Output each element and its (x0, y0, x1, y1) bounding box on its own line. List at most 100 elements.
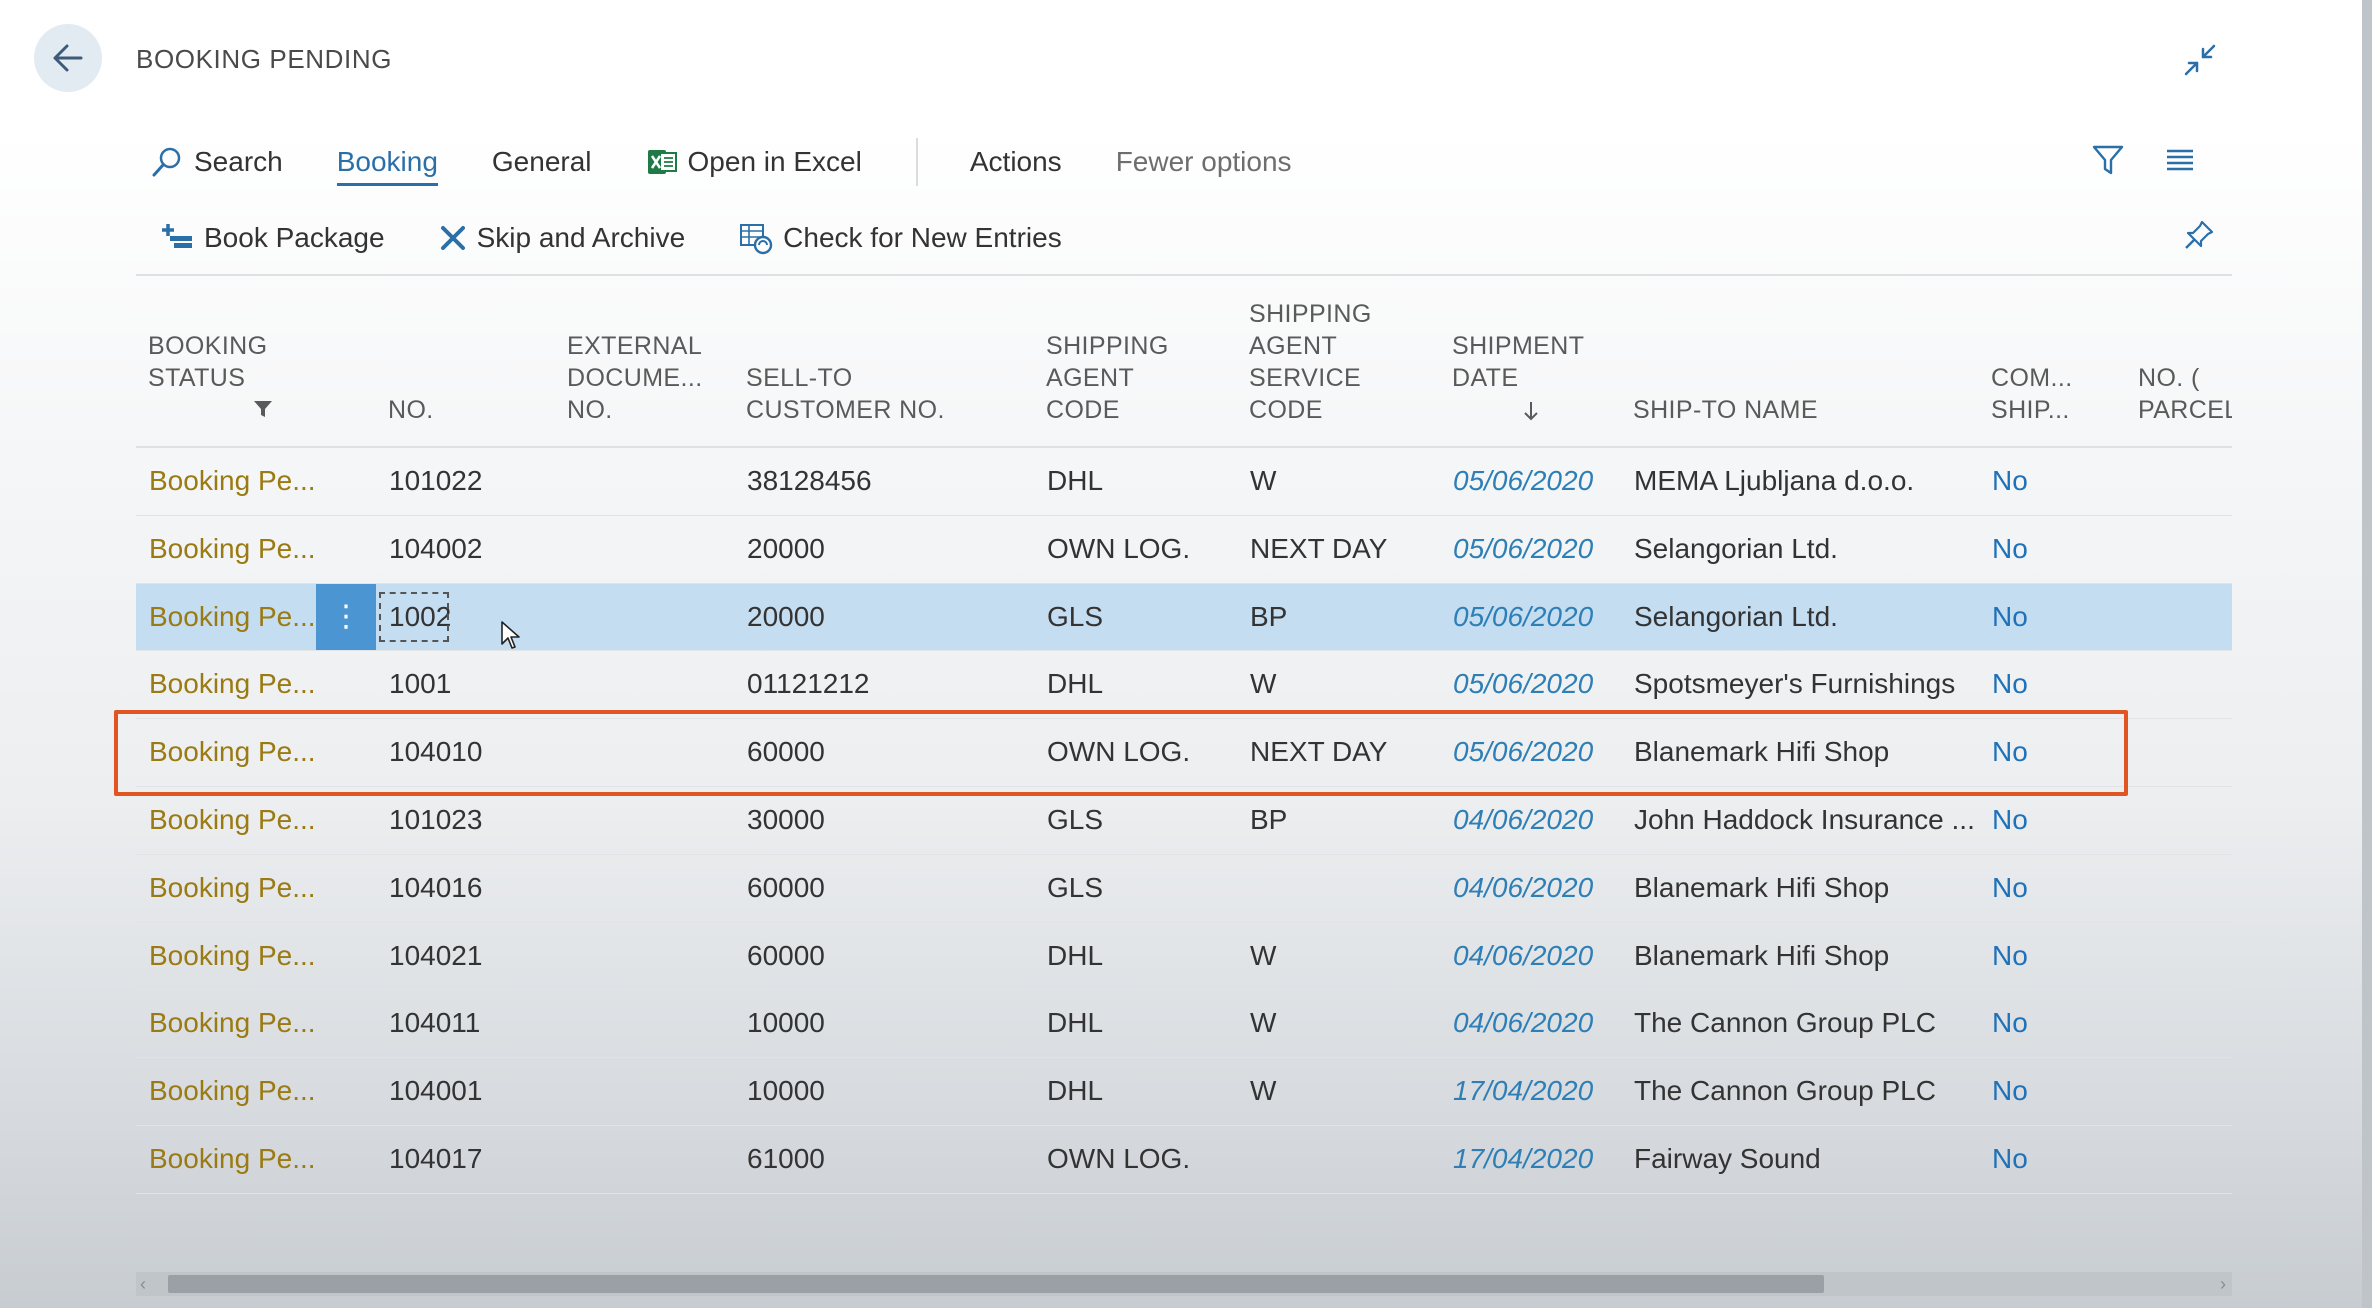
cell-ship-to-name: The Cannon Group PLC (1634, 1007, 1936, 1039)
cell-shipment-date: 04/06/2020 (1453, 1007, 1594, 1039)
row-actions-menu-button[interactable]: ⋮ (316, 583, 376, 650)
cell-no: 104016 (389, 871, 483, 903)
table-row[interactable]: Booking Pe... 104017 61000 OWN LOG. 17/04/20… (136, 1126, 2232, 1194)
cell-shipping-agent-service-code: BP (1250, 803, 1288, 835)
column-header-completely-shipped[interactable]: COM... SHIP... (1991, 362, 2073, 426)
cell-booking-status: Booking Pe... (149, 1007, 316, 1039)
cell-completely-shipped: No (1992, 668, 2028, 700)
cell-shipping-agent-code: GLS (1047, 803, 1104, 835)
fewer-options-button[interactable]: Fewer options (1116, 138, 1292, 186)
window-edge (2362, 0, 2372, 1308)
cell-shipment-date: 04/06/2020 (1453, 803, 1594, 835)
table-row[interactable]: Booking Pe... 104002 20000 OWN LOG. NEXT DAY… (136, 516, 2232, 584)
cell-shipment-date: 04/06/2020 (1453, 871, 1594, 903)
column-header-shipment-date[interactable]: SHIPMENT DATE (1452, 298, 1584, 426)
filter-funnel-icon (254, 401, 272, 417)
cell-sell-to-customer-no: 10000 (747, 1075, 825, 1107)
toolbar-divider (136, 274, 2232, 276)
table-row[interactable]: Booking Pe... 101022 38128456 DHL W 05/06/202… (136, 448, 2232, 516)
cell-ship-to-name: Fairway Sound (1634, 1142, 1821, 1174)
table-row[interactable]: Booking Pe... 104001 10000 DHL W 17/04/2020 Th… (136, 1058, 2232, 1126)
cell-shipping-agent-code: OWN LOG. (1047, 1142, 1191, 1174)
cell-shipping-agent-code: DHL (1047, 939, 1104, 971)
cell-booking-status: Booking Pe... (149, 668, 316, 700)
cell-sell-to-customer-no: 01121212 (747, 668, 870, 700)
cell-shipment-date: 05/06/2020 (1453, 532, 1594, 564)
column-header-shipping-agent-service-code[interactable]: SHIPPING AGENT SERVICE CODE (1249, 298, 1372, 426)
cell-ship-to-name: Blanemark Hifi Shop (1634, 871, 1890, 903)
page-title: BOOKING PENDING (136, 44, 393, 74)
open-in-excel-button[interactable]: Open in Excel (646, 138, 862, 186)
skip-and-archive-button[interactable]: Skip and Archive (439, 222, 685, 254)
column-header-ship-to-name[interactable]: SHIP-TO NAME (1633, 394, 1818, 426)
highlight-annotation-box (114, 710, 2128, 796)
cell-ship-to-name: Blanemark Hifi Shop (1634, 939, 1890, 971)
refresh-table-icon (739, 221, 773, 255)
cell-shipment-date: 17/04/2020 (1453, 1142, 1594, 1174)
cell-shipping-agent-service-code: BP (1250, 600, 1288, 632)
list-view-button[interactable] (2162, 142, 2198, 178)
collapse-button[interactable] (2182, 42, 2218, 78)
cell-booking-status: Booking Pe... (149, 1142, 316, 1174)
table-row[interactable]: Booking Pe... 1002 20000 GLS BP 05/06/2020 Sel… (136, 583, 2232, 652)
table-row[interactable]: Booking Pe... 104016 60000 GLS 04/06/2020 Bla… (136, 855, 2232, 923)
column-headers: BOOKING STATUS NO. EXTERNAL DOCUME... NO… (136, 290, 2232, 448)
cell-shipping-agent-code: DHL (1047, 465, 1104, 496)
column-header-booking-status[interactable]: BOOKING STATUS (148, 298, 272, 426)
pin-button[interactable] (2182, 218, 2218, 254)
cell-shipment-date: 05/06/2020 (1453, 600, 1594, 632)
cell-no: 104001 (389, 1075, 483, 1107)
tab-general[interactable]: General (492, 138, 592, 186)
cell-ship-to-name: John Haddock Insurance ... (1634, 803, 1975, 835)
cell-no: 101023 (389, 803, 483, 835)
cell-booking-status: Booking Pe... (149, 871, 316, 903)
column-header-sell-to-customer-no[interactable]: SELL-TO CUSTOMER NO. (746, 362, 945, 426)
add-package-icon (160, 222, 194, 254)
cell-sell-to-customer-no: 38128456 (747, 465, 872, 496)
cell-completely-shipped: No (1992, 871, 2028, 903)
cell-booking-status: Booking Pe... (149, 1075, 316, 1107)
cell-shipment-date: 04/06/2020 (1453, 939, 1594, 971)
column-header-external-document-no[interactable]: EXTERNAL DOCUME... NO. (567, 330, 703, 426)
filter-button[interactable] (2090, 142, 2126, 178)
menu-separator (915, 138, 918, 186)
check-new-entries-button[interactable]: Check for New Entries (739, 221, 1062, 255)
table-row[interactable]: Booking Pe... 101023 30000 GLS BP 04/06/2020 J… (136, 787, 2232, 855)
cell-shipping-agent-service-code: W (1250, 1007, 1277, 1039)
cell-completely-shipped: No (1992, 465, 2028, 496)
tab-booking[interactable]: Booking (336, 138, 439, 186)
cell-sell-to-customer-no: 61000 (747, 1142, 825, 1174)
cell-ship-to-name: The Cannon Group PLC (1634, 1075, 1936, 1107)
magnifier-icon (150, 145, 184, 179)
scroll-right-icon[interactable]: › (2220, 1274, 2226, 1295)
cell-shipping-agent-code: GLS (1047, 600, 1104, 632)
cell-focus-indicator (379, 591, 449, 642)
cell-no: 104017 (389, 1142, 483, 1174)
scroll-left-icon[interactable]: ‹ (140, 1274, 146, 1295)
check-new-entries-label: Check for New Entries (783, 222, 1062, 253)
table-row[interactable]: Booking Pe... 104011 10000 DHL W 04/06/2020 Th… (136, 990, 2232, 1059)
scrollbar-thumb[interactable] (168, 1275, 1824, 1293)
cell-shipping-agent-code: DHL (1047, 1075, 1104, 1107)
cell-sell-to-customer-no: 20000 (747, 532, 825, 564)
column-header-no[interactable]: NO. (388, 394, 434, 426)
cell-ship-to-name: Selangorian Ltd. (1634, 600, 1838, 632)
mouse-cursor-icon (501, 621, 520, 649)
cell-no: 101022 (389, 465, 483, 496)
table-row[interactable]: Booking Pe... 104021 60000 DHL W 04/06/2020 Bl… (136, 923, 2232, 991)
cell-booking-status: Booking Pe... (149, 465, 316, 496)
back-button[interactable] (34, 24, 102, 92)
cell-sell-to-customer-no: 60000 (747, 939, 825, 971)
column-header-shipping-agent-code[interactable]: SHIPPING AGENT CODE (1046, 330, 1169, 426)
column-header-no-of-parcels[interactable]: NO. ( PARCEL (2138, 362, 2232, 426)
cell-no: 104002 (389, 532, 483, 564)
cell-completely-shipped: No (1992, 939, 2028, 971)
horizontal-scrollbar[interactable]: ‹ › (136, 1272, 2232, 1296)
book-package-button[interactable]: Book Package (160, 222, 385, 254)
actions-menu[interactable]: Actions (970, 138, 1062, 186)
collapse-arrows-icon (2184, 44, 2216, 76)
cell-ship-to-name: Spotsmeyer's Furnishings (1634, 668, 1956, 700)
search-button[interactable]: Search (150, 138, 283, 186)
cell-completely-shipped: No (1992, 532, 2028, 564)
cell-sell-to-customer-no: 60000 (747, 871, 825, 903)
